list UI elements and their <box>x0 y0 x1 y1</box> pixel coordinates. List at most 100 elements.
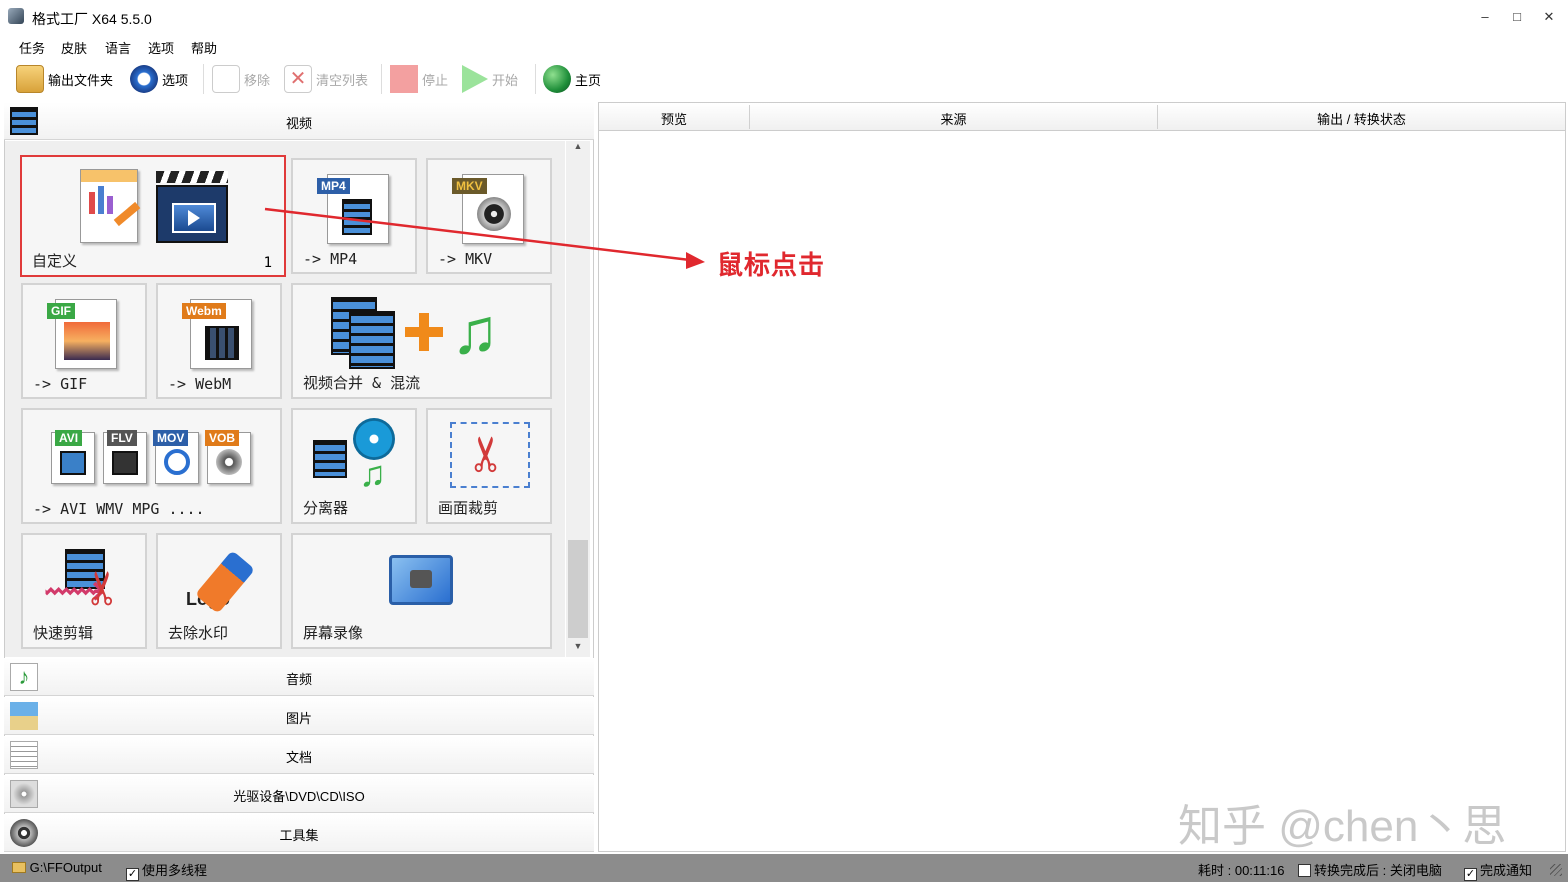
scroll-up-icon[interactable]: ▲ <box>566 141 590 157</box>
category-audio[interactable]: ♪ 音频 <box>4 658 594 696</box>
gear-icon <box>130 65 158 93</box>
tile-splitter-label: 分离器 <box>303 499 349 517</box>
flv-badge: FLV <box>107 430 137 446</box>
mov-badge: MOV <box>153 430 189 446</box>
tile-mp4[interactable]: MP4 -> MP4 <box>291 158 417 274</box>
tile-remove-watermark-label: 去除水印 <box>168 624 229 642</box>
options-button[interactable]: 选项 <box>130 62 188 96</box>
stop-icon <box>390 65 418 93</box>
menu-options[interactable]: 选项 <box>148 38 174 57</box>
column-output-status[interactable]: 输出 / 转换状态 <box>1158 109 1565 128</box>
film-stack-icon <box>349 311 395 369</box>
tile-mp4-label: -> MP4 <box>303 250 358 268</box>
after-convert-label: 转换完成后 : 关闭电脑 <box>1314 863 1442 878</box>
film-icon <box>313 440 347 478</box>
notify-checkbox[interactable]: ✓ 完成通知 <box>1464 860 1532 881</box>
play-icon <box>462 65 488 93</box>
video-tools-grid: 自定义 1 MP4 -> MP4 MKV -> MKV GIF -> GIF W… <box>5 141 565 657</box>
toolbar-separator <box>381 64 382 94</box>
tile-merge[interactable]: ♫ 视频合并 & 混流 <box>291 283 552 399</box>
window-title: 格式工厂 X64 5.5.0 <box>32 11 152 27</box>
menu-task[interactable]: 任务 <box>19 38 45 57</box>
tile-gif[interactable]: GIF -> GIF <box>21 283 147 399</box>
column-source[interactable]: 来源 <box>750 109 1157 128</box>
tile-mkv[interactable]: MKV -> MKV <box>426 158 552 274</box>
tile-remove-watermark[interactable]: Logo 去除水印 <box>156 533 282 649</box>
category-video[interactable]: 视频 <box>4 102 594 140</box>
plus-icon-vertical <box>419 313 429 351</box>
remove-button[interactable]: 移除 <box>212 62 270 96</box>
start-label: 开始 <box>492 72 519 88</box>
category-tools[interactable]: 工具集 <box>4 814 594 852</box>
start-button[interactable]: 开始 <box>462 62 518 96</box>
tile-webm-label: -> WebM <box>168 375 232 393</box>
category-document-label: 文档 <box>285 750 312 765</box>
tile-merge-label: 视频合并 & 混流 <box>303 374 421 392</box>
clapperboard-icon <box>156 171 228 243</box>
shutdown-checkbox[interactable]: 转换完成后 : 关闭电脑 <box>1298 860 1442 879</box>
category-optical-label: 光驱设备\DVD\CD\ISO <box>233 789 365 804</box>
screen-recorder-icon <box>389 555 453 605</box>
category-document[interactable]: 文档 <box>4 736 594 774</box>
tile-screen-record[interactable]: 屏幕录像 <box>291 533 552 649</box>
tile-crop[interactable]: ✂ 画面裁剪 <box>426 408 552 524</box>
category-image-label: 图片 <box>285 711 312 726</box>
tile-other-formats[interactable]: AVI FLV MOV VOB -> AVI WMV MPG .... <box>21 408 282 524</box>
notify-label: 完成通知 <box>1480 863 1533 878</box>
checkbox-checked-icon: ✓ <box>1464 868 1477 881</box>
close-button[interactable]: ✕ <box>1534 6 1564 28</box>
stop-button[interactable]: 停止 <box>390 62 448 96</box>
output-path-label: G:\FFOutput <box>29 860 102 875</box>
category-video-label: 视频 <box>285 116 312 131</box>
scrollbar-thumb[interactable] <box>568 540 588 638</box>
tile-mkv-label: -> MKV <box>438 250 493 268</box>
home-button[interactable]: 主页 <box>543 62 601 96</box>
folder-icon <box>12 862 26 873</box>
task-list[interactable] <box>598 102 1566 852</box>
clear-list-button[interactable]: ✕ 清空列表 <box>284 62 368 96</box>
toolbar-separator <box>203 64 204 94</box>
task-list-header: 预览 来源 输出 / 转换状态 <box>599 103 1565 131</box>
tile-quick-cut[interactable]: ⟿ ✂ 快速剪辑 <box>21 533 147 649</box>
scroll-down-icon[interactable]: ▼ <box>566 641 590 657</box>
avi-badge: AVI <box>55 430 83 446</box>
mkv-badge: MKV <box>452 178 487 194</box>
maximize-button[interactable]: □ <box>1502 6 1532 28</box>
output-folder-label: 输出文件夹 <box>48 72 114 88</box>
category-image[interactable]: 图片 <box>4 697 594 735</box>
tile-custom[interactable]: 自定义 1 <box>20 155 286 277</box>
resize-grip-icon[interactable] <box>1550 864 1562 876</box>
checkbox-unchecked-icon <box>1298 864 1311 877</box>
category-optical[interactable]: 光驱设备\DVD\CD\ISO <box>4 775 594 813</box>
remove-label: 移除 <box>244 72 271 88</box>
tile-custom-count: 1 <box>263 255 272 271</box>
annotation-text: 鼠标点击 <box>717 250 826 280</box>
status-bar: G:\FFOutput ✓ 使用多线程 耗时 : 00:11:16 转换完成后 :… <box>0 854 1568 882</box>
elapsed-time: 耗时 : 00:11:16 <box>1198 863 1285 878</box>
clear-list-label: 清空列表 <box>316 72 369 88</box>
document-chart-icon <box>80 169 141 243</box>
output-folder-button[interactable]: 输出文件夹 <box>16 62 113 96</box>
menu-help[interactable]: 帮助 <box>191 38 217 57</box>
multithread-checkbox[interactable]: ✓ 使用多线程 <box>126 860 207 881</box>
menu-language[interactable]: 语言 <box>105 38 131 57</box>
scissors-icon: ✂ <box>461 433 515 475</box>
column-preview[interactable]: 预览 <box>599 109 749 128</box>
tile-webm[interactable]: Webm -> WebM <box>156 283 282 399</box>
folder-icon <box>16 65 44 93</box>
gif-badge: GIF <box>47 303 75 319</box>
home-label: 主页 <box>575 72 602 88</box>
music-note-icon: ♫ <box>451 295 499 367</box>
output-path[interactable]: G:\FFOutput <box>12 860 102 875</box>
options-label: 选项 <box>162 72 189 88</box>
tile-splitter[interactable]: ♫ 分离器 <box>291 408 417 524</box>
watermark: 知乎 @chen丶思 <box>1178 802 1507 851</box>
remove-file-icon <box>212 65 240 93</box>
stop-label: 停止 <box>422 72 449 88</box>
webm-badge: Webm <box>182 303 226 319</box>
minimize-button[interactable]: – <box>1470 6 1500 28</box>
app-icon <box>8 8 24 24</box>
menu-skin[interactable]: 皮肤 <box>61 38 87 57</box>
vob-badge: VOB <box>205 430 240 446</box>
music-note-icon: ♫ <box>359 453 386 494</box>
